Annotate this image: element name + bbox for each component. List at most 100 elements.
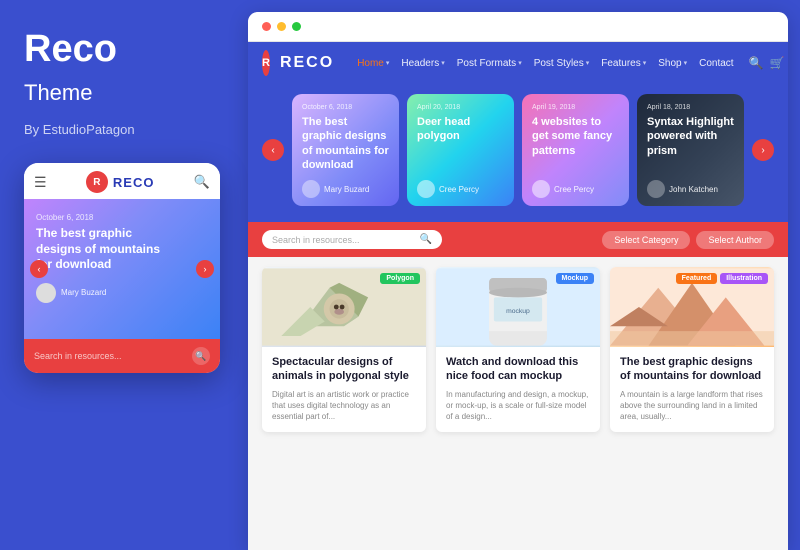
slider-card-2: April 20, 2018 Deer head polygon Cree Pe… — [407, 94, 514, 206]
browser-close-dot — [262, 22, 271, 31]
mobile-search-placeholder: Search in resources... — [34, 351, 122, 361]
slider-card-4: April 18, 2018 Syntax Highlight powered … — [637, 94, 744, 206]
article-card-3: Featured Illustration The best graphic d… — [610, 267, 774, 432]
mobile-logo-area: R RECO — [86, 171, 155, 193]
brand-name: Reco — [24, 30, 224, 68]
article-1-badge: Polygon — [380, 273, 420, 284]
card-1-avatar — [302, 180, 320, 198]
mobile-hero-date: October 6, 2018 — [36, 213, 208, 222]
site-nav: Home ▾ Headers ▾ Post Formats ▾ Post Sty… — [352, 55, 738, 72]
mobile-hero-card: ‹ October 6, 2018 The best graphic desig… — [24, 199, 220, 339]
card-4-title: Syntax Highlight powered with prism — [647, 115, 734, 172]
card-3-title: 4 websites to get some fancy patterns — [532, 115, 619, 172]
card-4-avatar — [647, 180, 665, 198]
article-3-body: The best graphic designs of mountains fo… — [610, 347, 774, 432]
nav-item-shop[interactable]: Shop ▾ — [653, 55, 692, 72]
slider-prev-button[interactable]: ‹ — [262, 139, 284, 161]
search-placeholder: Search in resources... — [272, 235, 414, 245]
article-grid: Polygon Spectacular designs of animals i… — [248, 257, 788, 442]
card-1-author: Mary Buzard — [302, 180, 389, 198]
card-4-author: John Katchen — [647, 180, 734, 198]
card-3-author-name: Cree Percy — [554, 185, 594, 194]
slider-next-button[interactable]: › — [752, 139, 774, 161]
article-1-title: Spectacular designs of animals in polygo… — [272, 355, 416, 384]
browser-minimize-dot — [277, 22, 286, 31]
card-2-title: Deer head polygon — [417, 115, 504, 172]
mobile-hero-author: Mary Buzard — [36, 283, 208, 303]
article-2-title: Watch and download this nice food can mo… — [446, 355, 590, 384]
nav-chevron-post-styles: ▾ — [586, 59, 590, 67]
category-filter-button[interactable]: Select Category — [602, 231, 690, 249]
header-icons: 🔍 🛒 f t — [749, 56, 788, 70]
browser-mockup: R RECO Home ▾ Headers ▾ Post Formats ▾ P… — [248, 12, 788, 550]
article-1-image: Polygon — [262, 267, 426, 347]
hero-slider: ‹ October 6, 2018 The best graphic desig… — [248, 84, 788, 222]
nav-item-home[interactable]: Home ▾ — [352, 55, 394, 72]
article-2-body: Watch and download this nice food can mo… — [436, 347, 600, 432]
card-2-avatar — [417, 180, 435, 198]
card-4-author-name: John Katchen — [669, 185, 718, 194]
mobile-author-name: Mary Buzard — [61, 288, 106, 297]
browser-maximize-dot — [292, 22, 301, 31]
card-3-date: April 19, 2018 — [532, 104, 619, 111]
site-header: R RECO Home ▾ Headers ▾ Post Formats ▾ P… — [248, 42, 788, 84]
mobile-logo-text: RECO — [113, 175, 155, 190]
mobile-author-avatar — [36, 283, 56, 303]
content-area: Search in resources... 🔍 Select Category… — [248, 222, 788, 550]
card-3-author: Cree Percy — [532, 180, 619, 198]
cart-icon[interactable]: 🛒 — [770, 56, 785, 70]
card-1-author-name: Mary Buzard — [324, 185, 369, 194]
nav-item-features[interactable]: Features ▾ — [596, 55, 651, 72]
nav-chevron-home: ▾ — [386, 59, 390, 67]
card-2-date: April 20, 2018 — [417, 104, 504, 111]
nav-chevron-headers: ▾ — [441, 59, 445, 67]
mobile-next-button[interactable]: › — [196, 260, 214, 278]
brand-by: By EstudioPatagon — [24, 122, 224, 137]
nav-item-headers[interactable]: Headers ▾ — [396, 55, 449, 72]
article-2-badge: Mockup — [556, 273, 594, 284]
article-3-excerpt: A mountain is a large landform that rise… — [620, 389, 764, 423]
card-2-author-name: Cree Percy — [439, 185, 479, 194]
slider-cards: October 6, 2018 The best graphic designs… — [292, 94, 744, 206]
slider-card-1: October 6, 2018 The best graphic designs… — [292, 94, 399, 206]
article-3-title: The best graphic designs of mountains fo… — [620, 355, 764, 384]
nav-chevron-post-formats: ▾ — [518, 59, 522, 67]
search-submit-icon[interactable]: 🔍 — [420, 234, 432, 245]
site-logo-icon: R — [262, 50, 270, 76]
search-icon[interactable]: 🔍 — [749, 56, 764, 70]
nav-chevron-features: ▾ — [643, 59, 647, 67]
card-4-date: April 18, 2018 — [647, 104, 734, 111]
author-filter-button[interactable]: Select Author — [696, 231, 774, 249]
search-bar-area: Search in resources... 🔍 Select Category… — [248, 222, 788, 257]
mobile-hamburger-icon[interactable]: ☰ — [34, 174, 47, 191]
mobile-logo-icon: R — [86, 171, 108, 193]
card-1-title: The best graphic designs of mountains fo… — [302, 115, 389, 172]
article-card-2: mockup Mockup Watch and download this ni… — [436, 267, 600, 432]
mobile-search-icon[interactable]: 🔍 — [194, 174, 210, 190]
brand-subtitle: Theme — [24, 80, 224, 106]
mobile-header: ☰ R RECO 🔍 — [24, 163, 220, 199]
mobile-search-bar: Search in resources... 🔍 — [24, 339, 220, 373]
mobile-mockup: ☰ R RECO 🔍 ‹ October 6, 2018 The best gr… — [24, 163, 220, 373]
left-panel: Reco Theme By EstudioPatagon ☰ R RECO 🔍 … — [0, 0, 248, 550]
card-1-date: October 6, 2018 — [302, 104, 389, 111]
article-3-badge-featured: Featured — [676, 273, 718, 284]
article-3-badge-illustration: Illustration — [720, 273, 768, 284]
article-2-image: mockup Mockup — [436, 267, 600, 347]
article-card-1: Polygon Spectacular designs of animals i… — [262, 267, 426, 432]
mobile-search-submit-icon[interactable]: 🔍 — [192, 347, 210, 365]
nav-item-contact[interactable]: Contact — [694, 55, 738, 72]
nav-chevron-shop: ▾ — [684, 59, 688, 67]
card-3-avatar — [532, 180, 550, 198]
article-2-excerpt: In manufacturing and design, a mockup, o… — [446, 389, 590, 423]
card-2-author: Cree Percy — [417, 180, 504, 198]
search-input-wrapper: Search in resources... 🔍 — [262, 230, 442, 249]
site-logo-text: RECO — [280, 54, 334, 72]
mobile-prev-button[interactable]: ‹ — [30, 260, 48, 278]
nav-item-post-styles[interactable]: Post Styles ▾ — [529, 55, 595, 72]
article-1-body: Spectacular designs of animals in polygo… — [262, 347, 426, 432]
filter-buttons: Select Category Select Author — [602, 231, 774, 249]
nav-item-post-formats[interactable]: Post Formats ▾ — [452, 55, 527, 72]
article-1-excerpt: Digital art is an artistic work or pract… — [272, 389, 416, 423]
svg-text:mockup: mockup — [506, 308, 530, 315]
